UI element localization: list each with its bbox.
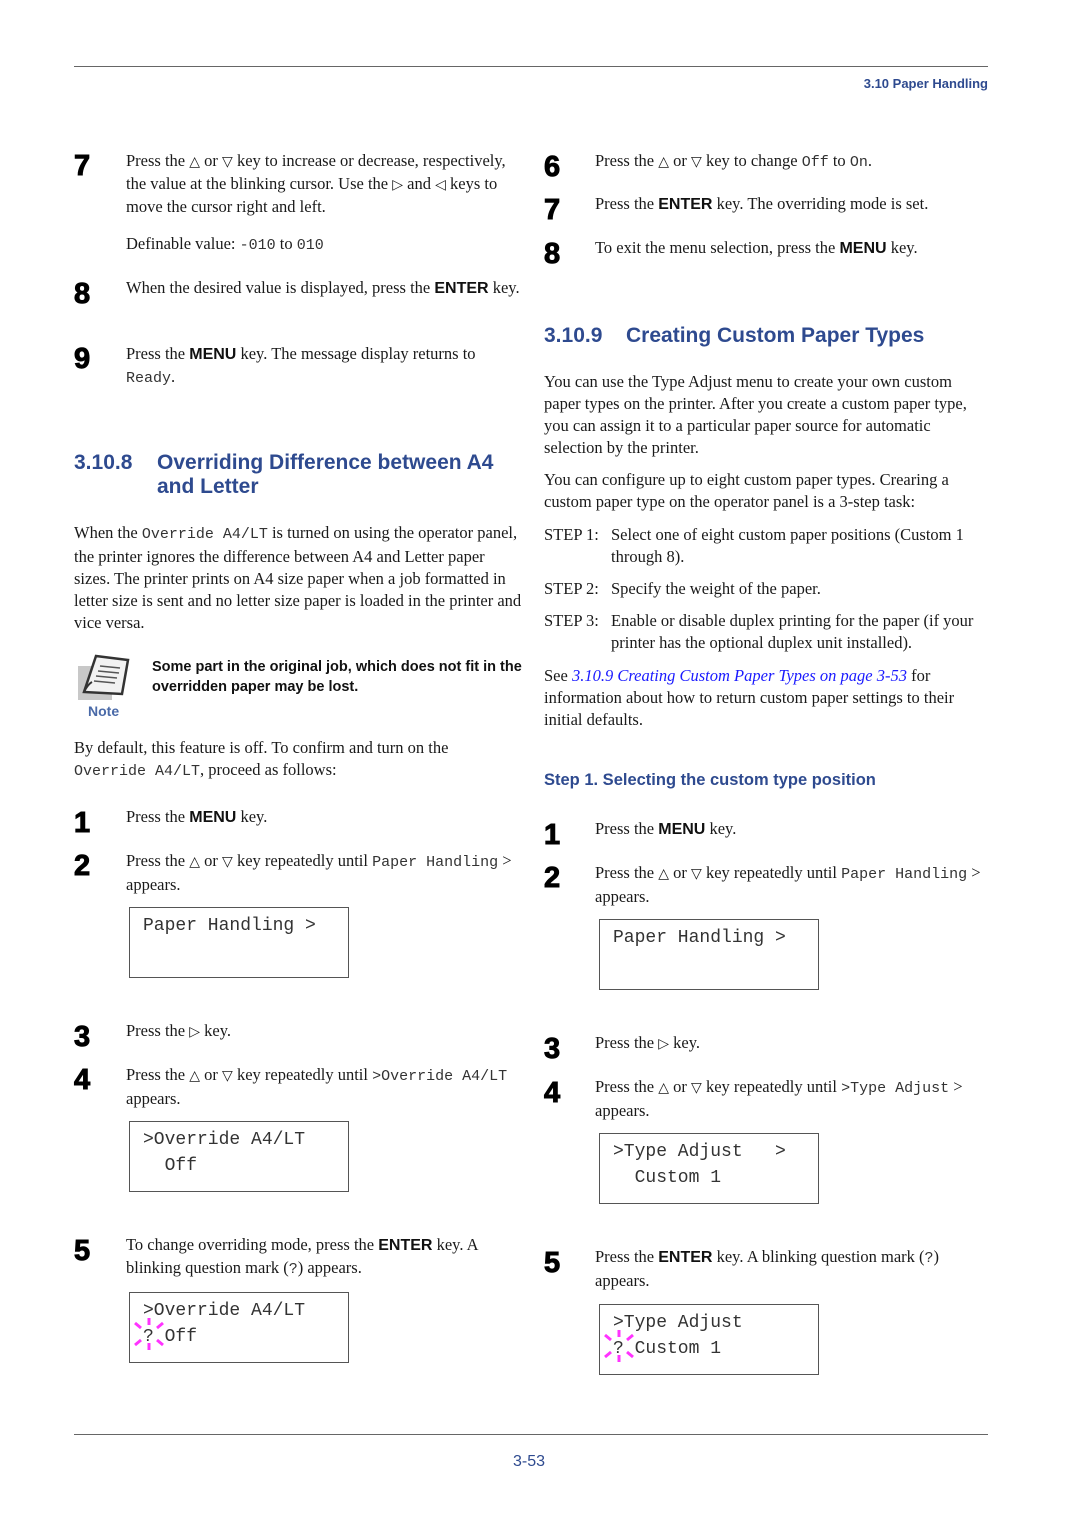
note-text: Some part in the original job, which doe… (152, 659, 522, 695)
up-arrow-icon: △ (189, 854, 201, 870)
task-step: STEP 1: Select one of eight custom paper… (544, 525, 964, 566)
note-icon (78, 654, 130, 700)
step-text: Press the △ or ▽ key to change Off to On… (595, 151, 872, 171)
see-also-paragraph: See 3.10.9 Creating Custom Paper Types o… (544, 666, 955, 729)
task-step: STEP 3: Enable or disable duplex printin… (544, 611, 974, 652)
lcd-display: >Type Adjust ? Custom 1 (599, 1304, 819, 1375)
step-number: 7 (544, 194, 561, 227)
step-text: Press the ▷ key. (126, 1021, 232, 1040)
step-text: To exit the menu selection, press the ME… (595, 238, 918, 257)
step-number: 9 (74, 343, 91, 376)
down-arrow-icon: ▽ (691, 154, 702, 170)
right-arrow-icon: ▷ (189, 1024, 201, 1040)
lcd-line1: >Type Adjust > (613, 1142, 786, 1162)
step-text: To change overriding mode, press the ENT… (126, 1235, 478, 1278)
down-arrow-icon: ▽ (222, 1068, 233, 1084)
section-title-line2: and Letter (157, 475, 259, 498)
up-arrow-icon: △ (658, 1080, 670, 1096)
step-text: Press the △ or ▽ key repeatedly until >T… (595, 1077, 963, 1120)
step-number: 4 (74, 1064, 91, 1097)
section-title-line1: Overriding Difference between A4 (157, 451, 494, 474)
lcd-display: >Override A4/LT Off (129, 1121, 349, 1192)
step-number: 7 (74, 150, 91, 183)
step-text: Press the MENU key. (126, 807, 268, 826)
lcd-display: >Override A4/LT ? Off (129, 1292, 349, 1363)
section-heading: 3.10.8 Overriding Difference between A4 … (74, 451, 524, 499)
step-number: 1 (74, 807, 91, 840)
cross-reference-link[interactable]: 3.10.9 Creating Custom Paper Types on pa… (572, 666, 907, 685)
section-heading: 3.10.9 Creating Custom Paper Types (544, 324, 994, 348)
step-number: 8 (544, 238, 561, 271)
lcd-line2: Off (143, 1156, 198, 1176)
step-text: Press the △ or ▽ key repeatedly until Pa… (126, 851, 512, 894)
up-arrow-icon: △ (189, 1068, 201, 1084)
step-text: Press the △ or ▽ key repeatedly until Pa… (595, 863, 981, 906)
up-arrow-icon: △ (658, 154, 670, 170)
step-text: Press the ▷ key. (595, 1033, 701, 1052)
section-title: Creating Custom Paper Types (626, 324, 925, 347)
down-arrow-icon: ▽ (222, 854, 233, 870)
definable-value: Definable value: -010 to 010 (126, 234, 324, 254)
step-text: Press the MENU key. The message display … (126, 344, 476, 387)
note-label: Note (88, 703, 120, 719)
section-paragraph: You can configure up to eight custom pap… (544, 470, 949, 511)
step-text: When the desired value is displayed, pre… (126, 278, 520, 297)
right-arrow-icon: ▷ (658, 1036, 670, 1052)
section-paragraph: When the Override A4/LT is turned on usi… (74, 523, 522, 632)
step-number: 2 (544, 862, 561, 895)
step-number: 5 (544, 1247, 561, 1280)
section-number: 3.10.9 (544, 324, 603, 347)
lcd-line2: Custom 1 (613, 1168, 722, 1188)
step-number: 6 (544, 151, 561, 184)
step-number: 5 (74, 1235, 91, 1268)
step-text: Press the MENU key. (595, 819, 737, 838)
lcd-line1: Paper Handling > (613, 928, 786, 948)
step-number: 2 (74, 850, 91, 883)
step-text: Press the △ or ▽ key to increase or decr… (126, 151, 506, 216)
blinking-cursor-icon (604, 1330, 634, 1362)
lcd-line1: Paper Handling > (143, 916, 316, 936)
page-number: 3-53 (513, 1453, 546, 1470)
footer-rule (74, 1434, 988, 1435)
step-text: Press the △ or ▽ key repeatedly until >O… (126, 1065, 508, 1108)
section-paragraph: You can use the Type Adjust menu to crea… (544, 372, 967, 457)
blinking-cursor-icon (134, 1318, 164, 1350)
lcd-display: Paper Handling > (599, 919, 819, 990)
step-number: 1 (544, 819, 561, 852)
right-arrow-icon: ▷ (392, 177, 404, 193)
task-step: STEP 2: Specify the weight of the paper. (544, 579, 821, 598)
down-arrow-icon: ▽ (691, 866, 702, 882)
lcd-display: Paper Handling > (129, 907, 349, 978)
down-arrow-icon: ▽ (691, 1080, 702, 1096)
header-rule (74, 66, 988, 67)
step-text: Press the ENTER key. A blinking question… (595, 1247, 940, 1290)
lcd-line1: >Override A4/LT (143, 1301, 306, 1321)
step-number: 4 (544, 1077, 561, 1110)
lcd-display: >Type Adjust > Custom 1 (599, 1133, 819, 1204)
step-number: 3 (544, 1033, 561, 1066)
up-arrow-icon: △ (189, 154, 201, 170)
section-paragraph: By default, this feature is off. To conf… (74, 738, 449, 780)
step-text: Press the ENTER key. The overriding mode… (595, 194, 929, 213)
running-head: 3.10 Paper Handling (863, 76, 988, 91)
left-arrow-icon: ◁ (435, 177, 446, 193)
down-arrow-icon: ▽ (222, 154, 233, 170)
subheading: Step 1. Selecting the custom type positi… (544, 771, 876, 789)
step-number: 3 (74, 1021, 91, 1054)
section-number: 3.10.8 (74, 451, 133, 474)
up-arrow-icon: △ (658, 866, 670, 882)
step-number: 8 (74, 278, 91, 311)
lcd-line1: >Override A4/LT (143, 1130, 306, 1150)
